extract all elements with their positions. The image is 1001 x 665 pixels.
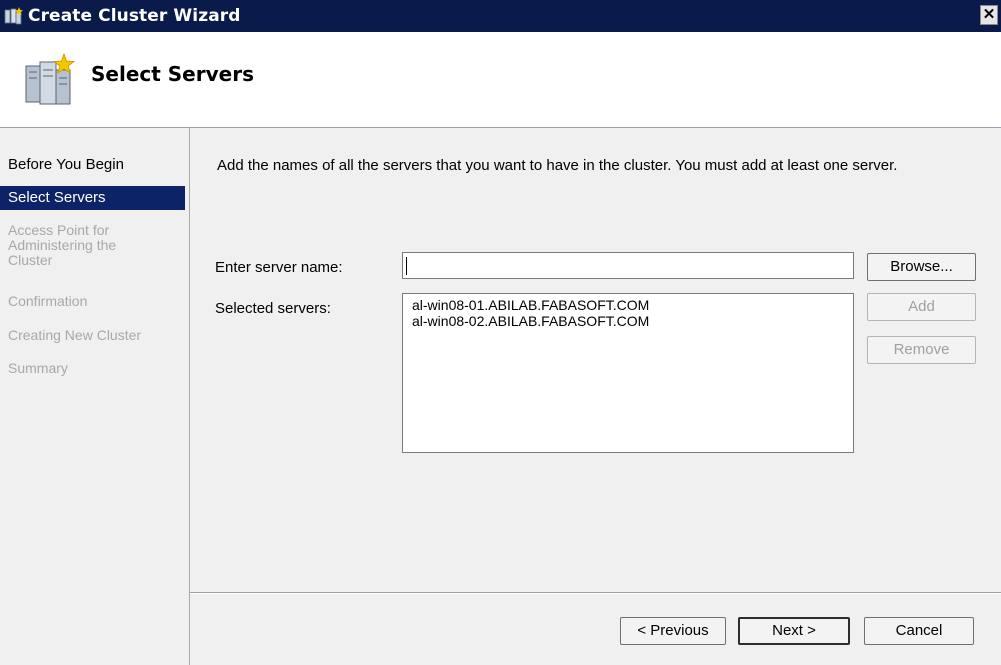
step-creating-new-cluster: Creating New Cluster [8,327,142,343]
step-access-point: Access Point for Administering the Clust… [8,222,117,268]
remove-button[interactable]: Remove [867,336,976,364]
list-item[interactable]: al-win08-02.ABILAB.FABASOFT.COM [403,313,853,329]
instructions-text: Add the names of all the servers that yo… [217,157,898,174]
wizard-content: Add the names of all the servers that yo… [190,128,1001,665]
list-item[interactable]: al-win08-01.ABILAB.FABASOFT.COM [403,297,853,313]
wizard-header: Select Servers [0,32,1001,128]
window-title: Create Cluster Wizard [28,6,241,26]
wizard-steps-sidebar: Before You Begin Select Servers Access P… [0,128,190,665]
step-confirmation: Confirmation [8,293,88,309]
step-summary: Summary [8,360,68,376]
close-button[interactable]: ✕ [980,5,998,25]
footer-divider [190,592,1001,594]
cluster-wizard-icon [4,7,23,25]
browse-button[interactable]: Browse... [867,253,976,281]
page-title: Select Servers [91,62,254,86]
title-bar[interactable]: Create Cluster Wizard ✕ [0,0,1001,32]
selected-servers-label: Selected servers: [215,300,331,317]
cluster-servers-icon [25,52,76,105]
server-name-input[interactable] [402,252,854,279]
server-name-label: Enter server name: [215,259,343,276]
create-cluster-wizard-window: Create Cluster Wizard ✕ Select Servers B… [0,0,1001,665]
close-icon: ✕ [982,6,996,23]
next-button[interactable]: Next > [738,617,850,645]
step-before-you-begin[interactable]: Before You Begin [0,156,185,173]
selected-servers-list[interactable]: al-win08-01.ABILAB.FABASOFT.COM al-win08… [402,293,854,453]
text-caret [406,257,407,275]
cancel-button[interactable]: Cancel [864,617,974,645]
previous-button[interactable]: < Previous [620,617,726,645]
step-select-servers[interactable]: Select Servers [0,186,185,210]
add-button[interactable]: Add [867,293,976,321]
